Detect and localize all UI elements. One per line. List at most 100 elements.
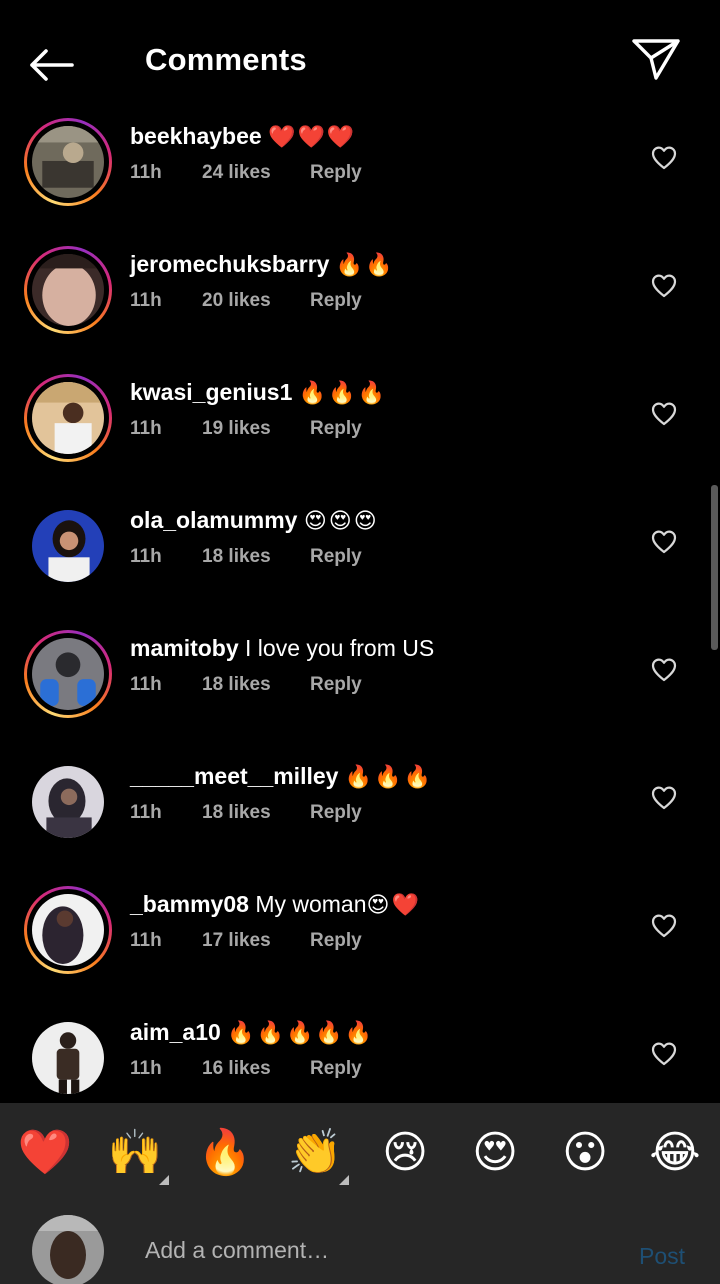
comment-time: 11h	[130, 930, 162, 951]
comment-item: ola_olamummy 😍😍😍 11h 18 likes Reply	[0, 502, 720, 630]
like-button[interactable]	[650, 528, 678, 556]
comment-emoji: ❤️❤️❤️	[268, 125, 357, 150]
comment-item: _bammy08 My woman😍❤️ 11h 17 likes Reply	[0, 886, 720, 1014]
comments-screen: Comments beekhaybee ❤️❤️❤️ 11h 24 likes Re…	[0, 0, 720, 1284]
quick-reactions-bar: ❤️ 🙌 🔥 👏 😢 😍 😮 😂	[0, 1103, 720, 1203]
reply-button[interactable]: Reply	[310, 802, 362, 824]
comment-time: 11h	[130, 1058, 162, 1079]
avatar-story-ring[interactable]	[24, 246, 112, 334]
comment-time: 11h	[130, 162, 162, 183]
like-button[interactable]	[650, 784, 678, 812]
reply-button[interactable]: Reply	[310, 1058, 362, 1080]
reply-button[interactable]: Reply	[310, 290, 362, 312]
avatar	[32, 126, 104, 198]
avatar	[32, 510, 104, 582]
comment-item: jeromechuksbarry 🔥🔥 11h 20 likes Reply	[0, 246, 720, 374]
reply-button[interactable]: Reply	[310, 930, 362, 952]
avatar-story-ring[interactable]	[24, 374, 112, 462]
paper-plane-icon	[632, 39, 680, 80]
reaction-red-heart[interactable]: ❤️	[17, 1125, 73, 1181]
clapping-hands-icon: 👏	[287, 1127, 343, 1178]
comment-username[interactable]: kwasi_genius1	[130, 379, 292, 405]
comment-likes[interactable]: 17 likes	[202, 930, 310, 952]
reaction-crying-face[interactable]: 😢	[377, 1125, 433, 1181]
comment-body: My woman	[255, 891, 367, 917]
comment-body: I love you from US	[245, 635, 435, 661]
reply-button[interactable]: Reply	[310, 162, 362, 184]
reply-button[interactable]: Reply	[310, 674, 362, 696]
comment-likes[interactable]: 16 likes	[202, 1058, 310, 1080]
heart-outline-icon	[651, 402, 677, 426]
like-button[interactable]	[650, 656, 678, 684]
reply-button[interactable]: Reply	[310, 418, 362, 440]
comment-username[interactable]: jeromechuksbarry	[130, 251, 329, 277]
avatar-container[interactable]	[24, 1014, 112, 1102]
like-button[interactable]	[650, 272, 678, 300]
comment-time: 11h	[130, 546, 162, 567]
comment-likes[interactable]: 20 likes	[202, 290, 310, 312]
heart-outline-icon	[651, 146, 677, 170]
heart-outline-icon	[651, 530, 677, 554]
fire-icon: 🔥	[197, 1127, 253, 1178]
heart-outline-icon	[651, 1042, 677, 1066]
comment-username[interactable]: _____meet__milley	[130, 763, 338, 789]
comment-emoji: 🔥🔥🔥🔥🔥	[227, 1021, 375, 1046]
comment-time: 11h	[130, 290, 162, 311]
comment-likes[interactable]: 18 likes	[202, 546, 310, 568]
comment-item: kwasi_genius1 🔥🔥🔥 11h 19 likes Reply	[0, 374, 720, 502]
reaction-clapping-hands[interactable]: 👏	[287, 1125, 349, 1185]
like-button[interactable]	[650, 400, 678, 428]
variants-indicator-icon	[339, 1175, 349, 1185]
comment-emoji: 🔥🔥🔥	[298, 381, 387, 406]
comment-emoji: 🔥🔥🔥	[344, 765, 434, 790]
comment-composer: Add a comment… Post	[0, 1203, 720, 1284]
avatar-container[interactable]	[24, 502, 112, 590]
crying-face-icon: 😢	[382, 1127, 428, 1178]
avatar	[32, 894, 104, 966]
comment-time: 11h	[130, 802, 162, 823]
heart-eyes-icon: 😍	[472, 1127, 518, 1178]
red-heart-icon: ❤️	[17, 1127, 73, 1178]
comment-username[interactable]: _bammy08	[130, 891, 249, 917]
share-button[interactable]	[630, 36, 682, 86]
comment-item: beekhaybee ❤️❤️❤️ 11h 24 likes Reply	[0, 118, 720, 246]
comment-emoji: 😍😍😍	[303, 509, 379, 534]
reaction-tears-of-joy[interactable]: 😂	[647, 1125, 703, 1181]
like-button[interactable]	[650, 1040, 678, 1068]
reaction-raising-hands[interactable]: 🙌	[107, 1125, 169, 1185]
comment-username[interactable]: aim_a10	[130, 1019, 221, 1045]
reaction-open-mouth[interactable]: 😮	[557, 1125, 613, 1181]
comment-item: _____meet__milley 🔥🔥🔥 11h 18 likes Reply	[0, 758, 720, 886]
avatar-story-ring[interactable]	[24, 118, 112, 206]
comment-username[interactable]: beekhaybee	[130, 123, 262, 149]
avatar-container[interactable]	[24, 758, 112, 846]
reaction-fire[interactable]: 🔥	[197, 1125, 253, 1181]
back-arrow-icon	[30, 49, 74, 81]
raising-hands-icon: 🙌	[107, 1127, 163, 1178]
post-button[interactable]: Post	[639, 1243, 685, 1270]
open-mouth-icon: 😮	[562, 1127, 608, 1178]
avatar-story-ring[interactable]	[24, 630, 112, 718]
heart-outline-icon	[651, 658, 677, 682]
like-button[interactable]	[650, 912, 678, 940]
avatar	[32, 638, 104, 710]
comment-emoji: 😍❤️	[366, 893, 421, 918]
comment-item: mamitoby I love you from US 11h 18 likes R…	[0, 630, 720, 758]
comment-emoji: 🔥🔥	[335, 253, 395, 278]
like-button[interactable]	[650, 144, 678, 172]
comment-input[interactable]: Add a comment…	[145, 1237, 329, 1264]
tears-of-joy-icon: 😂	[649, 1127, 701, 1178]
comment-time: 11h	[130, 418, 162, 439]
comment-username[interactable]: ola_olamummy	[130, 507, 297, 533]
reaction-heart-eyes[interactable]: 😍	[467, 1125, 523, 1181]
comment-username[interactable]: mamitoby	[130, 635, 239, 661]
back-button[interactable]	[26, 40, 86, 90]
comment-likes[interactable]: 19 likes	[202, 418, 310, 440]
comment-likes[interactable]: 24 likes	[202, 162, 310, 184]
page-title: Comments	[145, 42, 307, 77]
comment-likes[interactable]: 18 likes	[202, 674, 310, 696]
comment-likes[interactable]: 18 likes	[202, 802, 310, 824]
avatar-story-ring[interactable]	[24, 886, 112, 974]
reply-button[interactable]: Reply	[310, 546, 362, 568]
comment-time: 11h	[130, 674, 162, 695]
